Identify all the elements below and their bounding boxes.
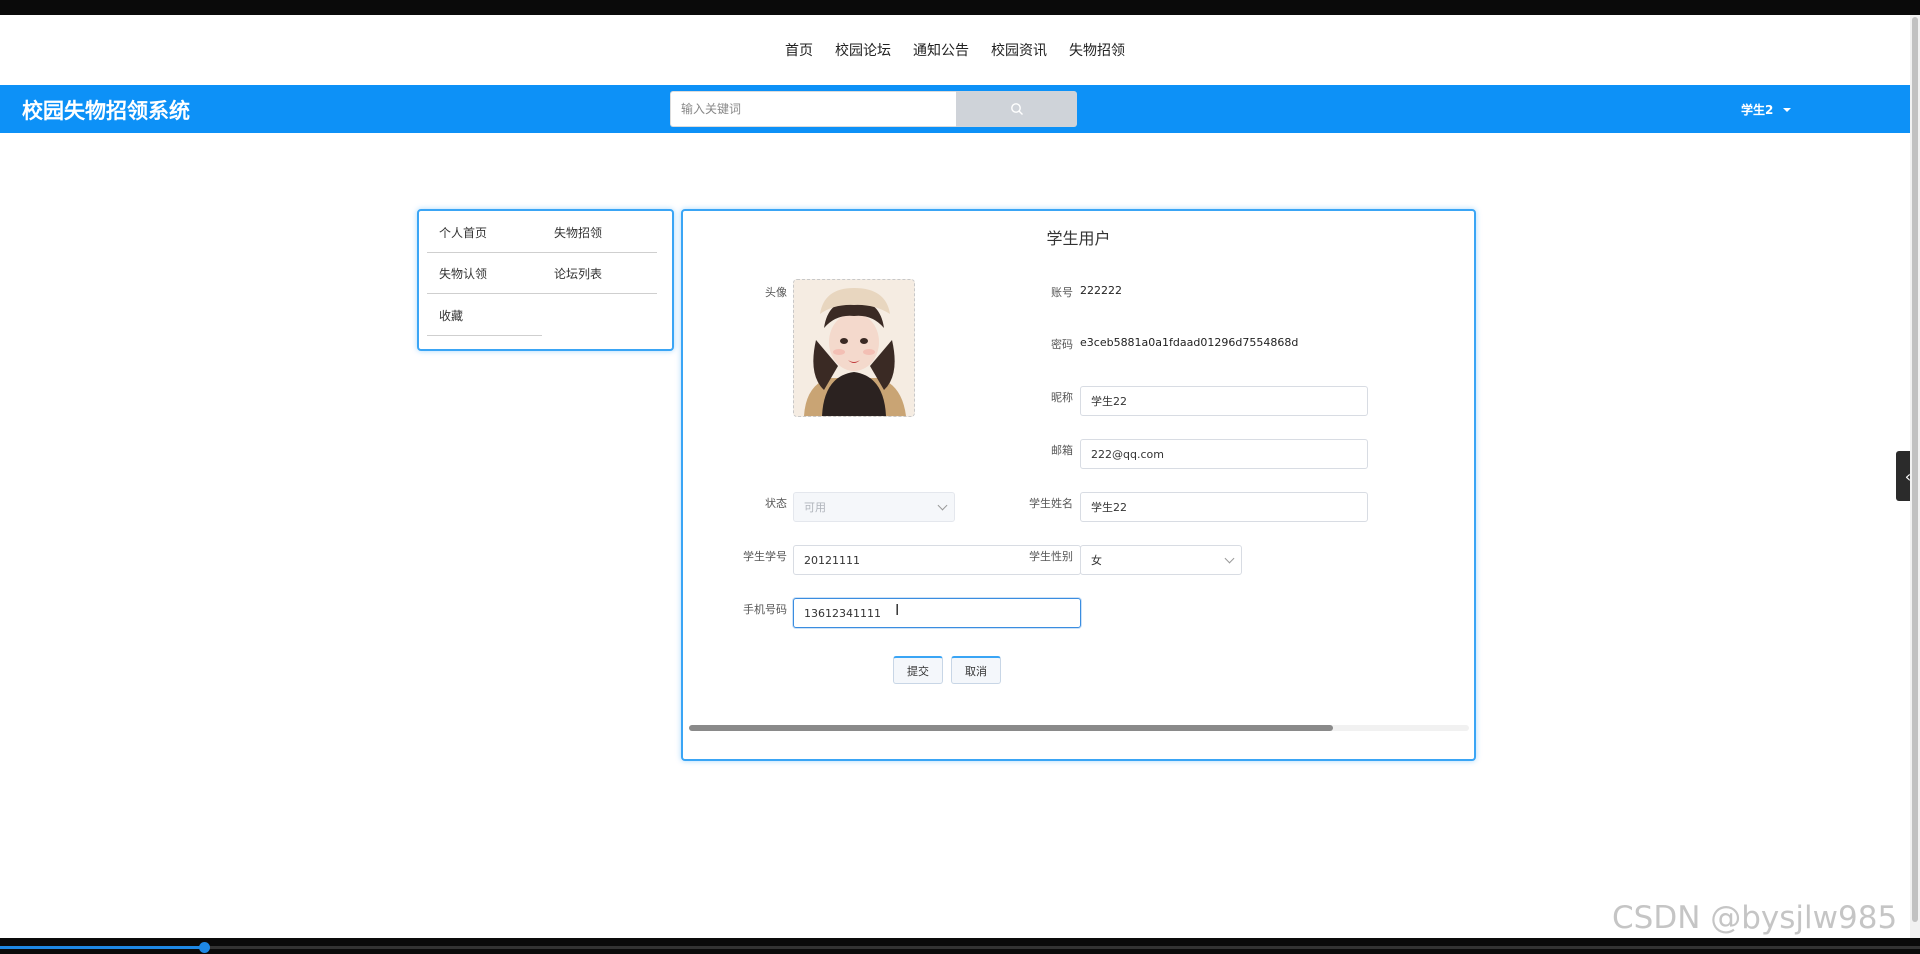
nav-forum[interactable]: 校园论坛 <box>824 40 902 60</box>
avatar-label: 头像 <box>765 286 787 299</box>
search-box <box>670 91 1077 127</box>
horizontal-scrollbar[interactable] <box>689 725 1469 731</box>
user-name: 学生2 <box>1741 103 1774 117</box>
phone-field[interactable]: 13612341111 <box>793 598 1081 628</box>
menu-item-favorites[interactable]: 收藏 <box>427 296 542 336</box>
submit-label: 提交 <box>907 664 929 678</box>
password-label: 密码 <box>1051 338 1073 351</box>
search-input[interactable] <box>670 91 956 127</box>
email-field[interactable]: 222@qq.com <box>1080 439 1368 469</box>
status-select: 可用 <box>793 492 955 522</box>
menu-item-lost-found[interactable]: 失物招领 <box>542 213 657 253</box>
watermark: CSDN @bysjlw985 <box>1612 900 1898 936</box>
avatar[interactable] <box>793 279 915 417</box>
account-value: 222222 <box>1080 284 1122 297</box>
window-top-bar <box>0 0 1920 15</box>
page-title: 学生用户 <box>1046 229 1111 248</box>
nav-notices[interactable]: 通知公告 <box>902 40 980 60</box>
gender-label: 学生性别 <box>1029 550 1073 563</box>
video-progress-fill <box>0 946 205 949</box>
nickname-label: 昵称 <box>1051 391 1073 404</box>
top-nav: 首页 校园论坛 通知公告 校园资讯 失物招领 <box>0 15 1910 85</box>
student-id-label: 学生学号 <box>743 550 787 563</box>
nav-news[interactable]: 校园资讯 <box>980 40 1058 60</box>
video-progress-track[interactable] <box>0 946 1920 949</box>
chevron-down-icon <box>1224 553 1235 564</box>
email-label: 邮箱 <box>1051 444 1073 457</box>
user-dropdown[interactable]: 学生2 <box>1741 101 1792 118</box>
gender-value: 女 <box>1091 554 1102 567</box>
nickname-field[interactable]: 学生22 <box>1080 386 1368 416</box>
text-cursor-icon: I <box>895 601 900 619</box>
account-label: 账号 <box>1051 286 1073 299</box>
student-name-field[interactable]: 学生22 <box>1080 492 1368 522</box>
header-bar: 校园失物招领系统 学生2 <box>0 85 1910 133</box>
nickname-value: 学生22 <box>1091 395 1127 408</box>
nav-lost-found[interactable]: 失物招领 <box>1058 40 1136 60</box>
email-value: 222@qq.com <box>1091 447 1164 461</box>
cancel-label: 取消 <box>965 664 987 678</box>
page-scrollbar-thumb[interactable] <box>1912 17 1918 922</box>
student-id-value: 20121111 <box>804 553 860 567</box>
status-label: 状态 <box>765 497 787 510</box>
scrollbar-thumb[interactable] <box>689 725 1333 731</box>
video-progress-handle[interactable] <box>199 942 210 953</box>
student-name-label: 学生姓名 <box>1029 497 1073 510</box>
avatar-image <box>794 280 914 416</box>
gender-select[interactable]: 女 <box>1080 545 1242 575</box>
search-icon <box>1010 103 1023 115</box>
submit-button[interactable]: 提交 <box>893 656 943 684</box>
phone-label: 手机号码 <box>743 603 787 616</box>
search-button[interactable] <box>956 91 1077 127</box>
chevron-down-icon <box>937 500 948 511</box>
nav-home[interactable]: 首页 <box>774 40 824 60</box>
site-title[interactable]: 校园失物招领系统 <box>22 95 190 125</box>
caret-down-icon <box>1783 107 1792 112</box>
menu-item-forum-list[interactable]: 论坛列表 <box>542 254 657 294</box>
student-name-value: 学生22 <box>1091 501 1127 514</box>
page-scrollbar[interactable] <box>1910 15 1920 938</box>
side-menu: 个人首页 失物招领 失物认领 论坛列表 收藏 <box>417 209 674 351</box>
phone-value: 13612341111 <box>804 606 881 620</box>
status-value: 可用 <box>804 501 826 514</box>
menu-item-profile-home[interactable]: 个人首页 <box>427 213 542 253</box>
menu-item-claims[interactable]: 失物认领 <box>427 254 542 294</box>
password-value: e3ceb5881a0a1fdaad01296d7554868d <box>1080 336 1299 349</box>
cancel-button[interactable]: 取消 <box>951 656 1001 684</box>
profile-form-panel: 学生用户 头像 账号 222222 密码 e3ceb5881a0a1fdaad0… <box>681 209 1476 761</box>
